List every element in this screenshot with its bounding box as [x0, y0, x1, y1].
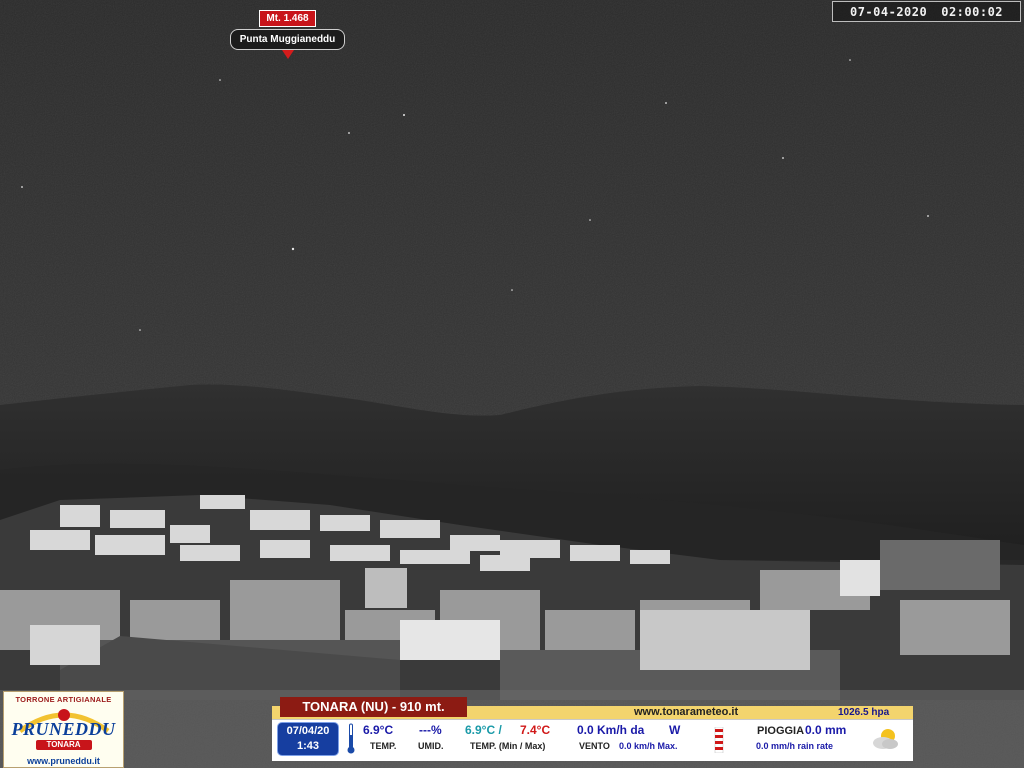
map-pin-icon [281, 50, 294, 59]
temp-min-value: 6.9°C / [465, 723, 502, 737]
weather-readings: 07/04/20 1:43 6.9°C TEMP. ---% UMID. 6.9… [272, 719, 913, 761]
humidity-label: UMID. [418, 741, 444, 751]
peak-name: Punta Muggianeddu [230, 29, 345, 50]
sponsor-logo[interactable]: TORRONE ARTIGIANALE PRUNEDDU TONARA www.… [3, 691, 124, 768]
partly-cloudy-icon [873, 729, 898, 749]
weather-panel: TONARA (NU) - 910 mt. www.tonarameteo.it… [272, 697, 913, 761]
thermometer-icon [347, 723, 355, 754]
pressure-value: 1026.5 hpa [838, 707, 890, 718]
webcam-frame: 07-04-2020 02:00:02 Mt. 1.468 Punta Muggi… [0, 0, 1024, 768]
wind-label: VENTO [579, 741, 610, 751]
timestamp-date: 07-04-2020 [849, 5, 928, 19]
reading-date: 07/04/20 [286, 725, 330, 737]
sponsor-brand: PRUNEDDU [11, 719, 116, 739]
timestamp-box: 07-04-2020 02:00:02 [832, 1, 1021, 22]
reading-time: 1:43 [296, 740, 320, 752]
station-title: TONARA (NU) - 910 mt. [280, 697, 467, 717]
reading-datetime: 07/04/20 1:43 [277, 722, 339, 756]
night-landscape-photo [0, 0, 1024, 768]
humidity-value: ---% [419, 723, 442, 737]
wind-max-value: 0.0 km/h Max. [619, 741, 678, 751]
sponsor-website[interactable]: www.pruneddu.it [4, 756, 123, 766]
station-website[interactable]: www.tonarameteo.it [634, 706, 738, 719]
wind-speed-value: 0.0 Km/h da [577, 723, 645, 737]
sponsor-emblem: PRUNEDDU TONARA [10, 705, 118, 751]
temperature-value: 6.9°C [363, 723, 394, 737]
minmax-label: TEMP. (Min / Max) [470, 741, 546, 751]
temperature-label: TEMP. [370, 741, 397, 751]
rain-value: 0.0 mm [805, 723, 847, 737]
sponsor-town: TONARA [35, 740, 92, 750]
peak-marker: Mt. 1.468 Punta Muggianeddu [230, 6, 345, 59]
rain-gauge-icon [714, 727, 724, 753]
peak-altitude: Mt. 1.468 [259, 10, 316, 27]
rain-rate-value: 0.0 mm/h rain rate [756, 741, 834, 751]
wind-direction: W [669, 723, 681, 737]
timestamp-time: 02:00:02 [941, 5, 1004, 19]
temp-max-value: 7.4°C [520, 723, 551, 737]
sponsor-tagline: TORRONE ARTIGIANALE [15, 695, 112, 704]
rain-label: PIOGGIA [757, 725, 805, 737]
